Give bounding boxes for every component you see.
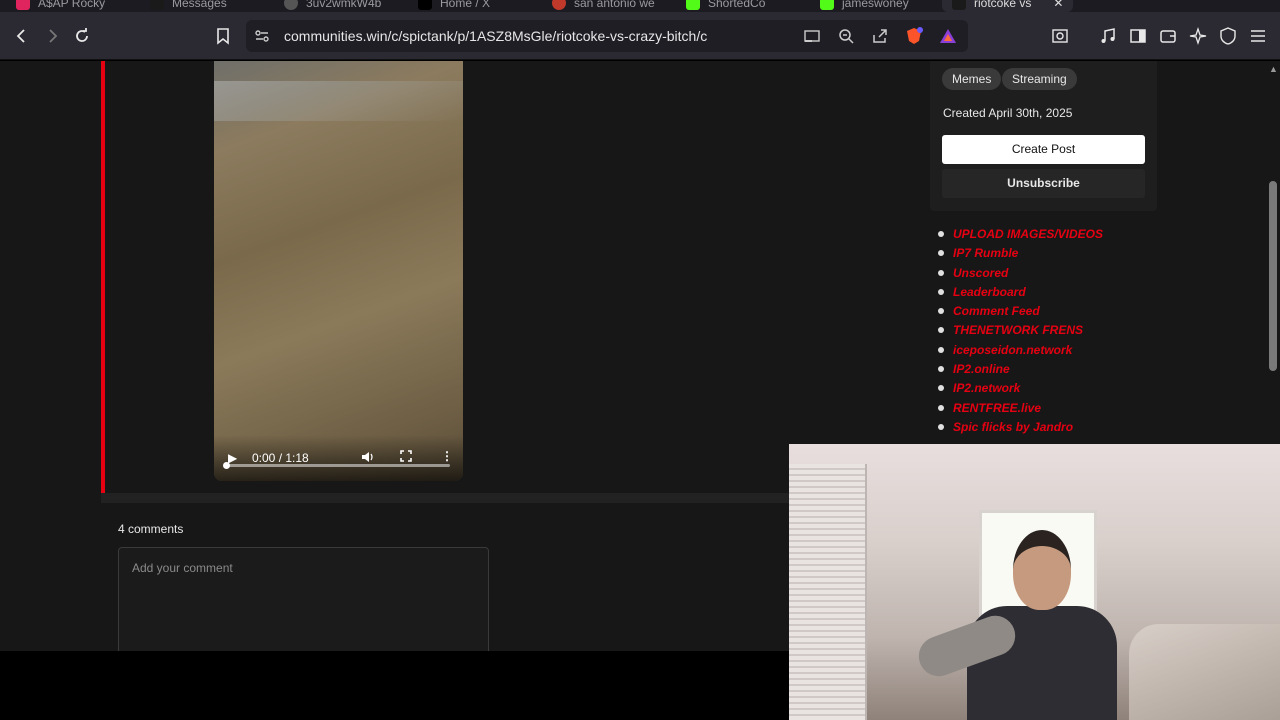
link-rentfree[interactable]: RENTFREE.live (936, 399, 1103, 418)
post-accent-border (101, 61, 105, 493)
video-player[interactable]: ▶ 0:00 / 1:18 ⋮ (214, 61, 463, 481)
share-icon[interactable] (870, 26, 890, 46)
webcam-closet-door (789, 464, 867, 720)
cast-icon[interactable] (802, 26, 822, 46)
community-card: Memes Streaming Created April 30th, 2025… (930, 61, 1157, 211)
link-ip7-rumble[interactable]: IP7 Rumble (936, 244, 1103, 263)
tag-streaming[interactable]: Streaming (1002, 68, 1077, 90)
tab-label: riotcoke vs (974, 0, 1032, 10)
webcam-overlay (789, 444, 1280, 720)
unsubscribe-button[interactable]: Unsubscribe (942, 169, 1145, 198)
tab-shortedco[interactable]: ShortedCo (686, 0, 765, 12)
tab-label: san antonio we (574, 0, 655, 10)
tab-favicon-icon (552, 0, 566, 10)
tag-memes[interactable]: Memes (942, 68, 1002, 90)
link-ip2-network[interactable]: IP2.network (936, 379, 1103, 398)
video-progress-knob[interactable] (223, 462, 230, 469)
tab-san-antonio[interactable]: san antonio we (552, 0, 655, 12)
scrollbar-thumb[interactable] (1269, 181, 1277, 371)
media-icon[interactable] (1098, 26, 1118, 46)
zoom-icon[interactable] (836, 26, 856, 46)
sidebar-links: UPLOAD IMAGES/VIDEOS IP7 Rumble Unscored… (936, 225, 1103, 437)
link-thenetwork-frens[interactable]: THENETWORK FRENS (936, 321, 1103, 340)
webcam-person (913, 530, 1127, 720)
link-ip2-online[interactable]: IP2.online (936, 360, 1103, 379)
tab-strip: A$AP Rocky Messages 3uv2wmkW4b Home / X … (0, 0, 1280, 12)
comment-placeholder: Add your comment (132, 561, 233, 575)
screenshot-icon[interactable] (1050, 26, 1070, 46)
tab-label: ShortedCo (708, 0, 766, 10)
x-logo-icon (418, 0, 432, 10)
address-bar[interactable]: communities.win/c/spictank/p/1ASZ8MsGle/… (246, 20, 968, 52)
leo-ai-icon[interactable] (1188, 26, 1208, 46)
tab-label: Messages (172, 0, 227, 10)
close-tab-icon[interactable]: ✕ (1053, 0, 1063, 10)
site-settings-icon[interactable] (252, 26, 272, 46)
tab-jameswoney[interactable]: jameswoney (820, 0, 909, 12)
video-frame (214, 81, 463, 121)
tab-home-x[interactable]: Home / X (418, 0, 490, 12)
kick-logo-icon (820, 0, 834, 10)
tab-asap-rocky[interactable]: A$AP Rocky (16, 0, 105, 12)
video-controls: ▶ 0:00 / 1:18 ⋮ (214, 435, 463, 481)
tab-label: A$AP Rocky (38, 0, 106, 10)
tab-label: jameswoney (842, 0, 909, 10)
brave-shields-icon[interactable] (904, 26, 924, 46)
link-unscored[interactable]: Unscored (936, 264, 1103, 283)
forward-icon[interactable] (42, 26, 62, 46)
create-post-button[interactable]: Create Post (942, 135, 1145, 164)
tab-favicon-icon (150, 0, 164, 10)
vpn-icon[interactable] (1218, 26, 1238, 46)
webcam-bed (1129, 624, 1280, 720)
back-icon[interactable] (12, 26, 32, 46)
tab-messages[interactable]: Messages (150, 0, 227, 12)
webcam-person-head (1013, 530, 1071, 610)
link-spic-flicks[interactable]: Spic flicks by Jandro (936, 418, 1103, 437)
tab-favicon-icon (952, 0, 966, 10)
more-options-icon[interactable]: ⋮ (441, 449, 453, 463)
link-comment-feed[interactable]: Comment Feed (936, 302, 1103, 321)
tab-label: Home / X (440, 0, 491, 10)
menu-icon[interactable] (1248, 26, 1268, 46)
comment-input[interactable]: Add your comment (118, 547, 489, 651)
video-progress-bar[interactable] (223, 462, 450, 469)
tab-3uv2wmkw4b[interactable]: 3uv2wmkW4b (284, 0, 381, 12)
fullscreen-icon[interactable] (400, 450, 412, 465)
tab-label: 3uv2wmkW4b (306, 0, 382, 10)
sidebar-toggle-icon[interactable] (1128, 26, 1148, 46)
tab-favicon-icon (16, 0, 30, 10)
kick-logo-icon (686, 0, 700, 10)
wallet-icon[interactable] (1158, 26, 1178, 46)
reload-icon[interactable] (72, 26, 92, 46)
tab-riotcoke-active[interactable]: riotcoke vs ✕ (942, 0, 1074, 12)
link-upload[interactable]: UPLOAD IMAGES/VIDEOS (936, 225, 1103, 244)
link-iceposeidon[interactable]: iceposeidon.network (936, 341, 1103, 360)
comments-count: 4 comments (118, 522, 184, 536)
video-time: 0:00 / 1:18 (252, 451, 309, 465)
url-text: communities.win/c/spictank/p/1ASZ8MsGle/… (284, 28, 708, 44)
scroll-up-icon[interactable]: ▲ (1269, 64, 1278, 74)
link-leaderboard[interactable]: Leaderboard (936, 283, 1103, 302)
browser-toolbar: communities.win/c/spictank/p/1ASZ8MsGle/… (0, 12, 1280, 60)
created-date: Created April 30th, 2025 (943, 106, 1073, 120)
tab-favicon-icon (284, 0, 298, 10)
bookmark-icon[interactable] (213, 26, 233, 46)
brave-rewards-icon[interactable] (938, 26, 958, 46)
